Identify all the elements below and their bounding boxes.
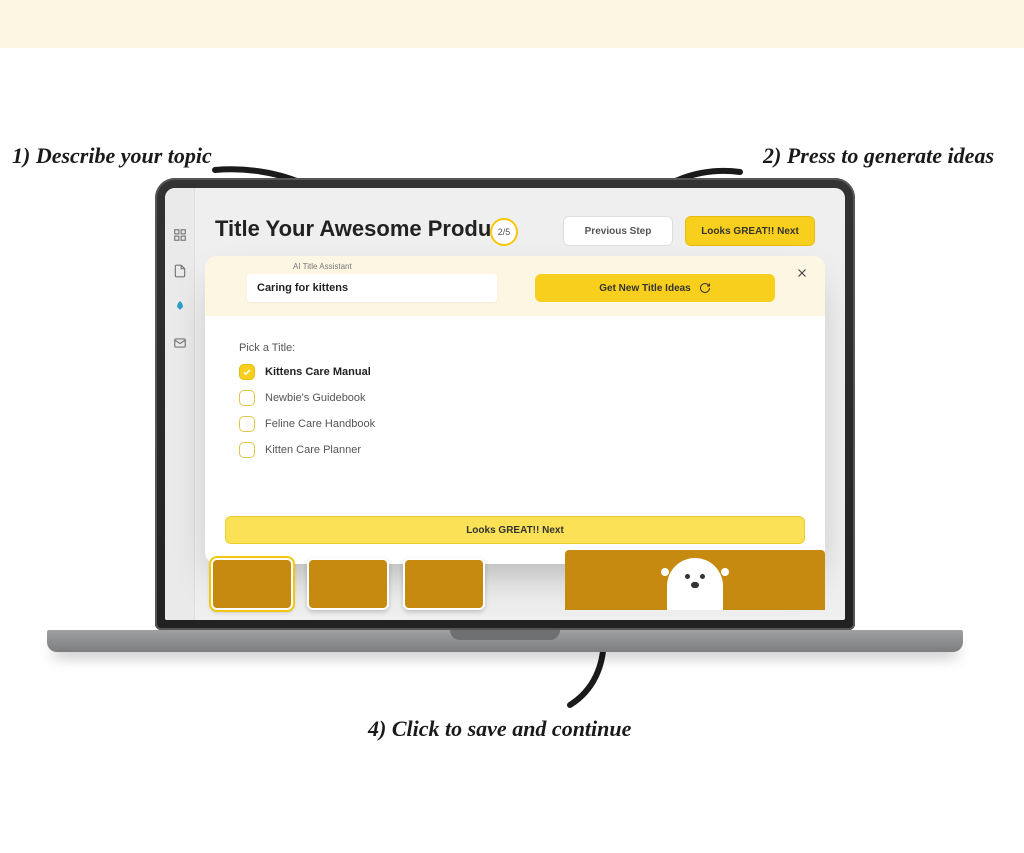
- title-option-label: Feline Care Handbook: [265, 418, 375, 430]
- ai-title-assistant-label: AI Title Assistant: [293, 262, 352, 271]
- annotation-step-1: 1) Describe your topic: [12, 143, 212, 169]
- app-sidebar: [165, 188, 195, 620]
- title-option-3[interactable]: Kitten Care Planner: [239, 442, 791, 458]
- checkbox-icon: [239, 416, 255, 432]
- checkbox-icon: [239, 442, 255, 458]
- title-option-1[interactable]: Newbie's Guidebook: [239, 390, 791, 406]
- mascot-character: [667, 558, 723, 610]
- get-new-title-ideas-label: Get New Title Ideas: [599, 283, 691, 294]
- get-new-title-ideas-button[interactable]: Get New Title Ideas: [535, 274, 775, 302]
- template-thumb[interactable]: [211, 558, 293, 610]
- dashboard-icon[interactable]: [173, 228, 187, 242]
- looks-great-next-button[interactable]: Looks GREAT!! Next: [225, 516, 805, 544]
- step-indicator: 2/5: [490, 218, 518, 246]
- page-top-band: [0, 0, 1024, 48]
- ai-title-modal: AI Title Assistant Get New Title Ideas P…: [205, 256, 825, 564]
- looks-great-next-button-top[interactable]: Looks GREAT!! Next: [685, 216, 815, 246]
- title-option-label: Kittens Care Manual: [265, 366, 371, 378]
- title-option-label: Newbie's Guidebook: [265, 392, 366, 404]
- checkbox-icon: [239, 390, 255, 406]
- title-option-2[interactable]: Feline Care Handbook: [239, 416, 791, 432]
- template-thumb[interactable]: [307, 558, 389, 610]
- close-icon[interactable]: [795, 266, 809, 280]
- laptop-screen: Title Your Awesome Product 2/5 Previous …: [165, 188, 845, 620]
- pick-a-title-label: Pick a Title:: [239, 342, 791, 354]
- annotation-step-4: 4) Click to save and continue: [368, 716, 631, 742]
- topic-input[interactable]: [247, 274, 497, 302]
- previous-step-button[interactable]: Previous Step: [563, 216, 673, 246]
- document-icon[interactable]: [173, 264, 187, 278]
- template-thumbnails: [211, 558, 485, 610]
- mail-icon[interactable]: [173, 336, 187, 350]
- laptop-mockup: Title Your Awesome Product 2/5 Previous …: [155, 178, 855, 668]
- checkbox-icon: [239, 364, 255, 380]
- annotation-step-2: 2) Press to generate ideas: [763, 143, 994, 169]
- template-thumb[interactable]: [403, 558, 485, 610]
- refresh-icon: [699, 282, 711, 294]
- product-preview-panel: [565, 550, 825, 610]
- title-option-0[interactable]: Kittens Care Manual: [239, 364, 791, 380]
- rocket-icon[interactable]: [173, 300, 187, 314]
- title-option-label: Kitten Care Planner: [265, 444, 361, 456]
